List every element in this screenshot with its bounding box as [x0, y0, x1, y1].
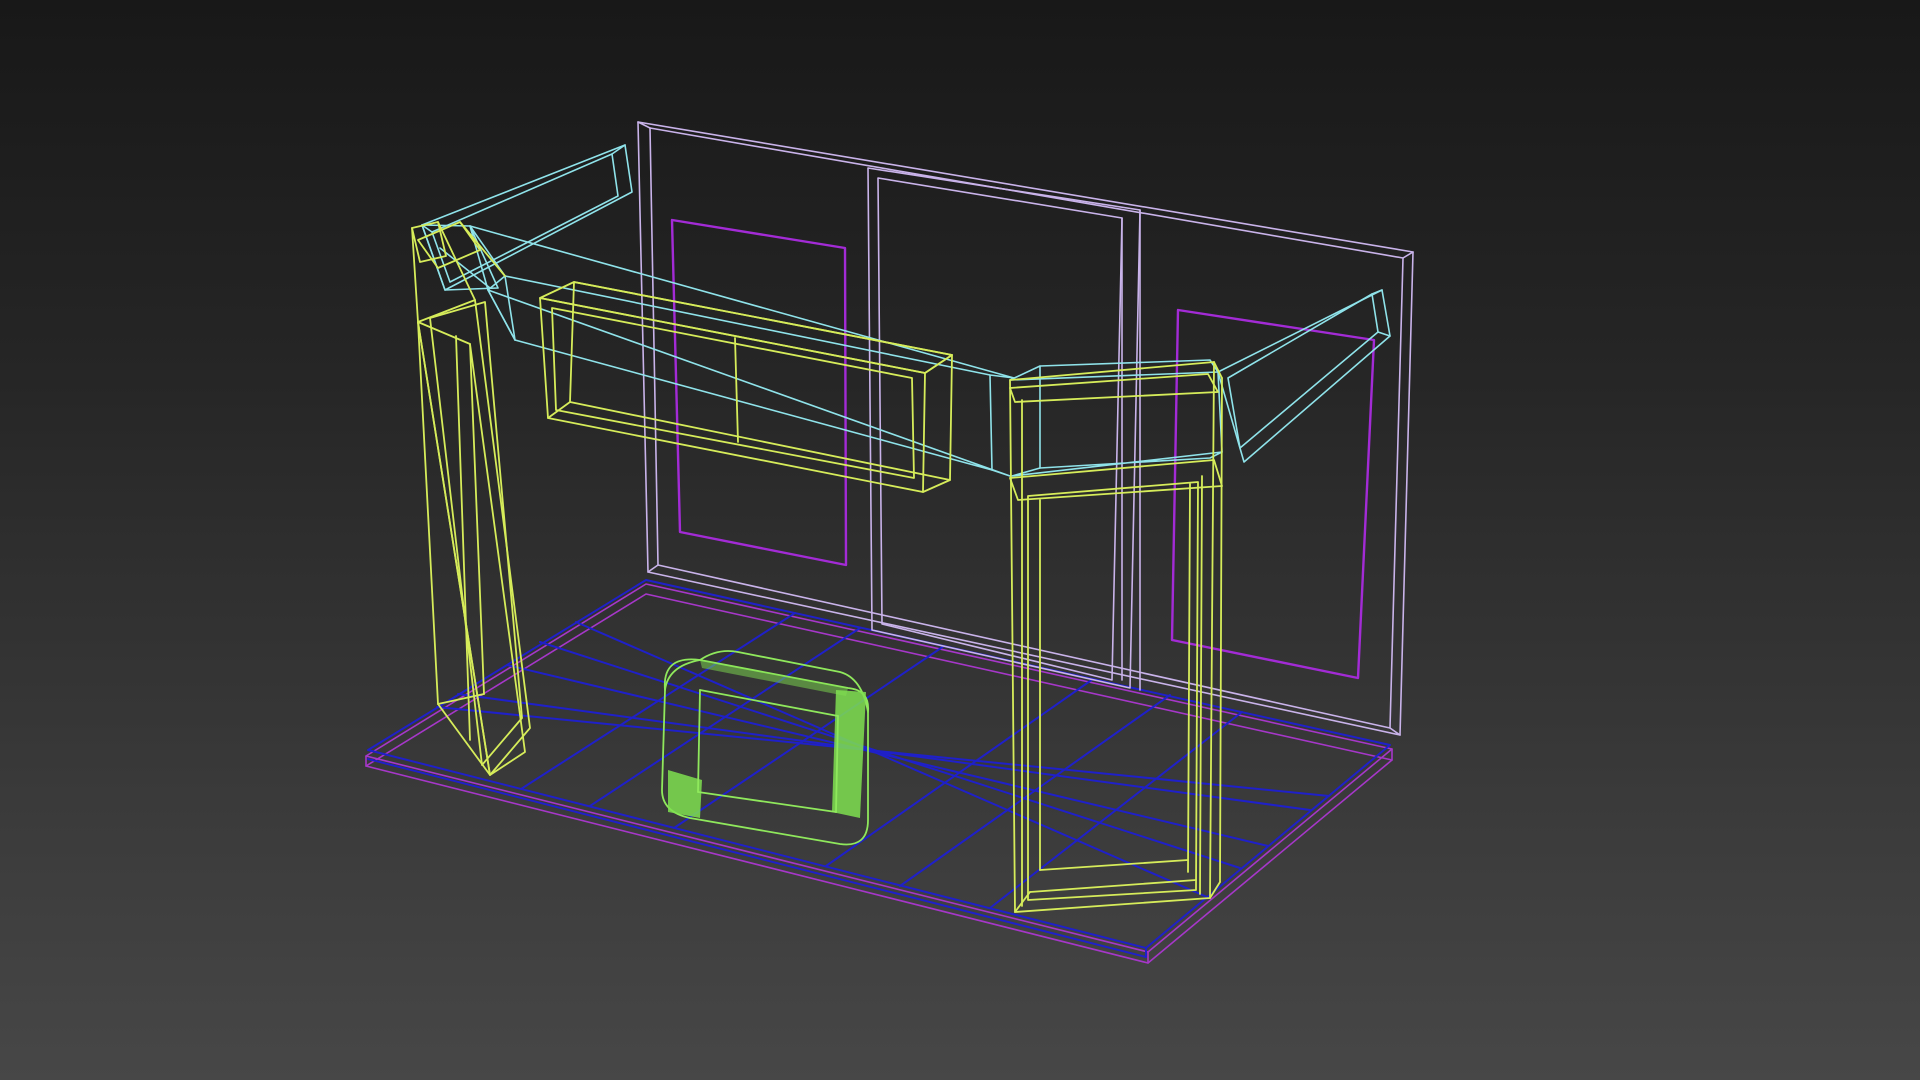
selected-cube[interactable] [661, 650, 870, 846]
front-header-box[interactable] [539, 281, 953, 493]
floor-grid[interactable] [367, 579, 1391, 958]
floor-base[interactable] [365, 583, 1393, 964]
wall-panel-left[interactable] [670, 218, 848, 567]
right-pillar[interactable] [1009, 361, 1223, 913]
back-wall[interactable] [637, 121, 1414, 736]
wireframe-scene[interactable] [0, 0, 1920, 1080]
3d-viewport[interactable] [0, 0, 1920, 1080]
